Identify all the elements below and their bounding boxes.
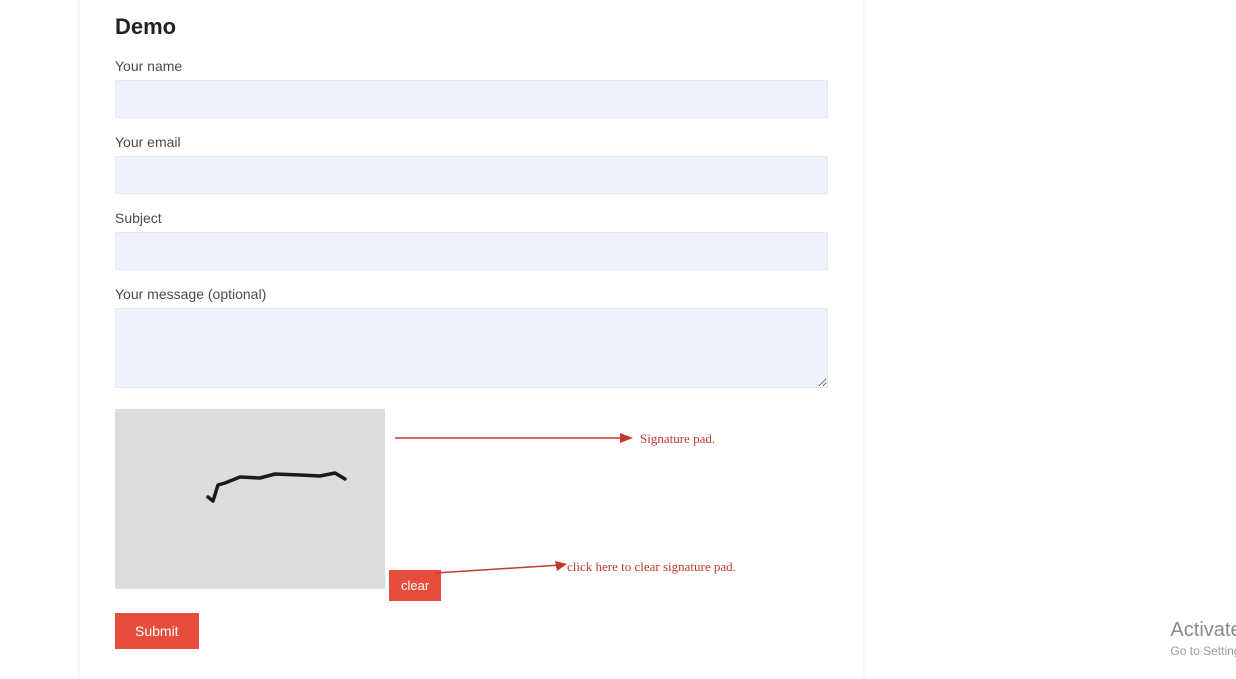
signature-stroke-icon xyxy=(205,467,355,507)
signature-pad[interactable] xyxy=(115,409,385,589)
form-card: Demo Your name Your email Subject Your m… xyxy=(80,0,863,679)
subject-input[interactable] xyxy=(115,232,828,270)
watermark-title: Activate W xyxy=(1170,619,1236,642)
email-input[interactable] xyxy=(115,156,828,194)
name-input[interactable] xyxy=(115,80,828,118)
page-title: Demo xyxy=(115,14,828,40)
activate-windows-watermark: Activate W Go to Setting xyxy=(1170,619,1236,658)
message-label: Your message (optional) xyxy=(115,286,828,302)
arrow-icon xyxy=(435,561,567,575)
email-label: Your email xyxy=(115,134,828,150)
submit-button[interactable]: Submit xyxy=(115,613,199,649)
clear-button[interactable]: clear xyxy=(389,570,441,601)
form-group-name: Your name xyxy=(115,58,828,118)
form-group-message: Your message (optional) xyxy=(115,286,828,393)
annotation-clear-hint: click here to clear signature pad. xyxy=(567,559,736,575)
signature-row: clear Signature pad. click here to clear… xyxy=(115,409,828,589)
form-group-subject: Subject xyxy=(115,210,828,270)
watermark-subtitle: Go to Setting xyxy=(1170,644,1236,658)
form-group-email: Your email xyxy=(115,134,828,194)
name-label: Your name xyxy=(115,58,828,74)
subject-label: Subject xyxy=(115,210,828,226)
annotation-signature-pad: Signature pad. xyxy=(640,431,715,447)
arrow-icon xyxy=(395,431,635,445)
message-textarea[interactable] xyxy=(115,308,828,388)
